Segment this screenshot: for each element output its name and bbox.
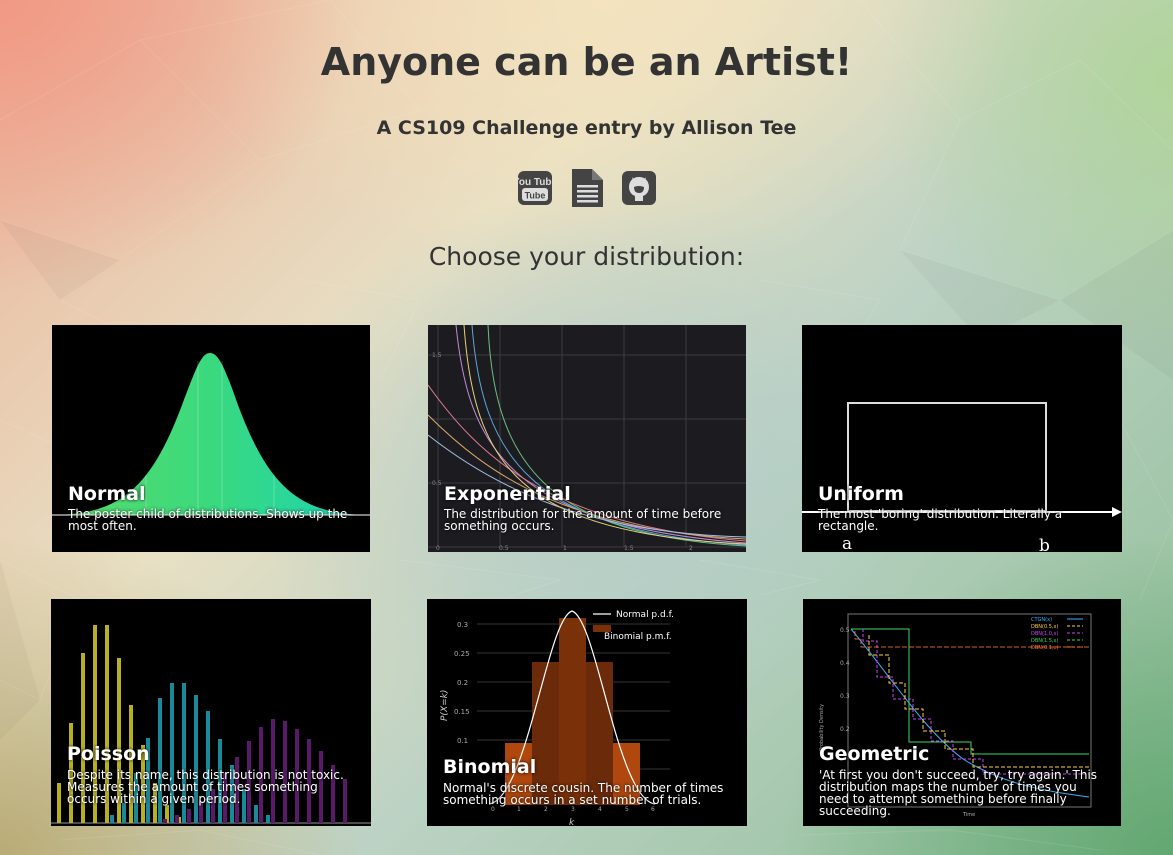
poisson-art-bar	[57, 783, 61, 823]
social-links: You Tube Tube	[0, 168, 1173, 208]
card-title: Binomial	[443, 756, 537, 778]
card-geometric[interactable]: 0.5 0.4 0.3 0.2 Probability Density Time…	[803, 599, 1121, 826]
youtube-link[interactable]: You Tube Tube	[512, 168, 557, 208]
legend-label: DBN(0.5,x)	[1031, 624, 1058, 630]
card-title: Geometric	[819, 743, 930, 765]
svg-text:1.5: 1.5	[624, 545, 634, 552]
card-description: The poster child of distributions. Shows…	[68, 507, 348, 533]
card-description: Despite its name, this distribution is n…	[67, 768, 344, 806]
svg-text:b: b	[1039, 536, 1050, 552]
poisson-art-bar	[163, 819, 167, 823]
svg-text:1: 1	[517, 806, 521, 813]
poisson-art-bar	[175, 815, 179, 823]
svg-text:5: 5	[625, 806, 629, 813]
poisson-art-bar	[254, 805, 258, 823]
page-title: Anyone can be an Artist!	[320, 40, 853, 84]
svg-text:0.3: 0.3	[457, 621, 468, 629]
svg-text:0.5: 0.5	[432, 480, 442, 487]
svg-text:You Tube: You Tube	[517, 177, 553, 188]
poisson-art-bar	[110, 815, 114, 823]
card-normal[interactable]: Normal The poster child of distributions…	[52, 325, 370, 552]
svg-text:Normal p.d.f.: Normal p.d.f.	[616, 610, 674, 620]
svg-text:0.4: 0.4	[840, 660, 850, 667]
svg-text:1.5: 1.5	[432, 352, 442, 359]
svg-text:0.2: 0.2	[457, 679, 468, 687]
svg-text:k: k	[569, 818, 575, 826]
svg-text:Binomial p.m.f.: Binomial p.m.f.	[604, 632, 672, 642]
svg-text:2: 2	[689, 545, 693, 552]
card-binomial[interactable]: Normal p.d.f. Binomial p.m.f. 0.3 0.25 0…	[427, 599, 747, 826]
page-subtitle: A CS109 Challenge entry by Allison Tee	[376, 117, 797, 139]
svg-text:0.15: 0.15	[454, 708, 470, 716]
github-icon	[621, 171, 656, 205]
svg-text:P(X=k): P(X=k)	[440, 690, 450, 721]
svg-text:0.2: 0.2	[840, 726, 850, 733]
card-description: The distribution for the amount of time …	[444, 507, 722, 533]
svg-text:4: 4	[598, 806, 602, 813]
card-description: The most 'boring' distribution. Literall…	[818, 507, 1063, 533]
choose-distribution-heading: Choose your distribution:	[428, 242, 745, 271]
svg-text:0.1: 0.1	[457, 737, 468, 745]
svg-text:1: 1	[563, 545, 567, 552]
svg-text:0.5: 0.5	[840, 627, 850, 634]
card-poisson[interactable]: Poisson Despite its name, this distribut…	[51, 599, 371, 826]
legend-label: DBN(0.1,x)	[1031, 645, 1058, 651]
svg-text:0.5: 0.5	[499, 545, 509, 552]
card-title: Exponential	[444, 483, 571, 505]
card-title: Poisson	[67, 743, 150, 765]
poisson-art-bar	[187, 809, 191, 823]
github-link[interactable]	[621, 168, 657, 208]
svg-text:0.3: 0.3	[840, 693, 850, 700]
legend-label: DBN(1.5,x)	[1031, 638, 1058, 644]
card-title: Normal	[68, 483, 146, 505]
legend-label: CTGN(x)	[1031, 617, 1052, 623]
svg-text:a: a	[842, 534, 852, 552]
svg-text:0: 0	[491, 806, 495, 813]
svg-text:0.25: 0.25	[454, 650, 470, 658]
svg-text:Tube: Tube	[524, 191, 545, 201]
card-uniform[interactable]: a b Uniform The most 'boring' distributi…	[802, 325, 1122, 552]
youtube-icon: You Tube Tube	[512, 171, 557, 205]
svg-text:2: 2	[544, 806, 548, 813]
poisson-art-bar	[206, 711, 210, 823]
card-description: 'At first you don't succeed, try, try ag…	[819, 768, 1098, 818]
card-description: Normal's discrete cousin. The number of …	[443, 781, 724, 807]
legend-label: DBN(1.0,x)	[1031, 631, 1058, 637]
poisson-art-bar	[266, 815, 270, 823]
svg-text:0: 0	[436, 545, 440, 552]
svg-text:3: 3	[571, 806, 575, 813]
poisson-art-bar	[122, 803, 126, 823]
card-exponential[interactable]: 1.5 0.5 0 0.5 1 1.5 2 Exponential The di…	[428, 325, 746, 552]
document-icon	[571, 169, 603, 207]
svg-text:6: 6	[651, 806, 655, 813]
document-link[interactable]	[569, 168, 605, 208]
card-title: Uniform	[818, 483, 904, 505]
